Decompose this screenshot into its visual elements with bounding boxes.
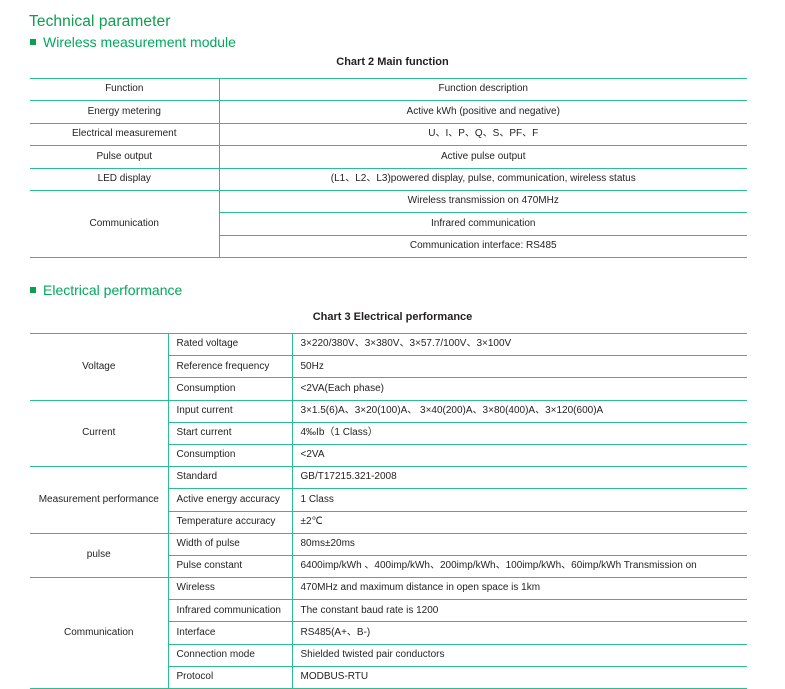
- table-row: Pulse output Active pulse output: [30, 145, 747, 169]
- value-temperature-accuracy: ±2℃: [292, 510, 747, 534]
- param-wireless: Wireless: [168, 577, 293, 601]
- group-label-pulse: pulse: [30, 532, 169, 579]
- column-header-function-description: Function description: [219, 77, 747, 102]
- param-standard: Standard: [168, 466, 293, 490]
- group-label-measurement-performance: Measurement performance: [30, 466, 169, 534]
- table-electrical-performance: Voltage Rated voltage 3×220/380V、3×380V、…: [30, 332, 747, 689]
- row-label-communication: Communication: [30, 189, 220, 259]
- value-pulse-constant: 6400imp/kWh 、400imp/kWh、200imp/kWh、100im…: [292, 554, 747, 579]
- group-label-current: Current: [30, 399, 169, 468]
- param-pulse-constant: Pulse constant: [168, 554, 293, 579]
- row-label-led-display: LED display: [30, 167, 220, 191]
- table-row: Electrical measurement U、I、P、Q、S、PF、F: [30, 122, 747, 147]
- param-voltage-consumption: Consumption: [168, 377, 293, 401]
- param-width-of-pulse: Width of pulse: [168, 532, 293, 556]
- table-row: Communication Wireless transmission on 4…: [30, 189, 747, 259]
- param-reference-frequency: Reference frequency: [168, 355, 293, 379]
- value-reference-frequency: 50Hz: [292, 355, 747, 379]
- value-infrared-communication: The constant baud rate is 1200: [292, 599, 747, 623]
- param-infrared-communication: Infrared communication: [168, 599, 293, 623]
- section-heading-label: Electrical performance: [43, 282, 183, 298]
- square-bullet-icon: [30, 287, 36, 293]
- value-start-current: 4‰Ib（1 Class）: [292, 421, 747, 445]
- param-protocol: Protocol: [168, 665, 293, 689]
- param-interface: Interface: [168, 621, 293, 645]
- table-main-function: Function Function description Energy met…: [30, 77, 747, 259]
- value-connection-mode: Shielded twisted pair conductors: [292, 643, 747, 667]
- chart2-caption: Chart 2 Main function: [336, 56, 449, 68]
- row-value-pulse-output: Active pulse output: [219, 145, 747, 169]
- param-active-energy-accuracy: Active energy accuracy: [168, 488, 293, 512]
- square-bullet-icon: [30, 39, 36, 45]
- table-row: Energy metering Active kWh (positive and…: [30, 100, 747, 124]
- column-header-function: Function: [30, 77, 220, 102]
- param-rated-voltage: Rated voltage: [168, 332, 293, 357]
- value-interface: RS485(A+、B-): [292, 621, 747, 645]
- row-label-electrical-measurement: Electrical measurement: [30, 122, 220, 147]
- group-label-voltage: Voltage: [30, 333, 169, 401]
- table-row: Communication Wireless 470MHz and maximu…: [30, 577, 747, 689]
- row-value-communication-infrared: Infrared communication: [219, 212, 747, 236]
- value-wireless: 470MHz and maximum distance in open spac…: [292, 577, 747, 601]
- row-value-led-display: (L1、L2、L3)powered display, pulse, commun…: [219, 167, 747, 191]
- section-heading-electrical-performance: Electrical performance: [30, 282, 182, 298]
- value-rated-voltage: 3×220/380V、3×380V、3×57.7/100V、3×100V: [292, 332, 747, 357]
- param-temperature-accuracy: Temperature accuracy: [168, 510, 293, 534]
- value-width-of-pulse: 80ms±20ms: [292, 532, 747, 556]
- section-heading-label: Wireless measurement module: [43, 34, 236, 50]
- value-input-current: 3×1.5(6)A、3×20(100)A、 3×40(200)A、3×80(40…: [292, 399, 747, 423]
- document-page: Technical parameter Wireless measurement…: [0, 0, 785, 689]
- table-row: Measurement performance Standard GB/T172…: [30, 466, 747, 534]
- value-protocol: MODBUS-RTU: [292, 665, 747, 689]
- row-value-communication-wireless: Wireless transmission on 470MHz: [219, 189, 747, 214]
- table-row: LED display (L1、L2、L3)powered display, p…: [30, 167, 747, 191]
- param-input-current: Input current: [168, 399, 293, 423]
- value-voltage-consumption: <2VA(Each phase): [292, 377, 747, 401]
- value-active-energy-accuracy: 1 Class: [292, 488, 747, 512]
- table-row: pulse Width of pulse 80ms±20ms: [30, 532, 747, 579]
- table-row-header: Function Function description: [30, 77, 747, 102]
- param-connection-mode: Connection mode: [168, 643, 293, 667]
- chart3-caption: Chart 3 Electrical performance: [312, 311, 473, 323]
- row-value-electrical-measurement: U、I、P、Q、S、PF、F: [219, 122, 747, 147]
- row-value-energy-metering: Active kWh (positive and negative): [219, 100, 747, 124]
- table-row: Voltage Rated voltage 3×220/380V、3×380V、…: [30, 332, 747, 401]
- value-standard: GB/T17215.321-2008: [292, 466, 747, 490]
- table-row: Current Input current 3×1.5(6)A、3×20(100…: [30, 399, 747, 468]
- param-current-consumption: Consumption: [168, 443, 293, 468]
- section-heading-wireless-measurement-module: Wireless measurement module: [30, 34, 236, 50]
- value-current-consumption: <2VA: [292, 443, 747, 468]
- row-value-communication-interface: Communication interface: RS485: [219, 234, 747, 259]
- row-label-pulse-output: Pulse output: [30, 145, 220, 169]
- page-title: Technical parameter: [29, 13, 171, 31]
- group-label-communication: Communication: [30, 577, 169, 689]
- row-label-energy-metering: Energy metering: [30, 100, 220, 124]
- param-start-current: Start current: [168, 421, 293, 445]
